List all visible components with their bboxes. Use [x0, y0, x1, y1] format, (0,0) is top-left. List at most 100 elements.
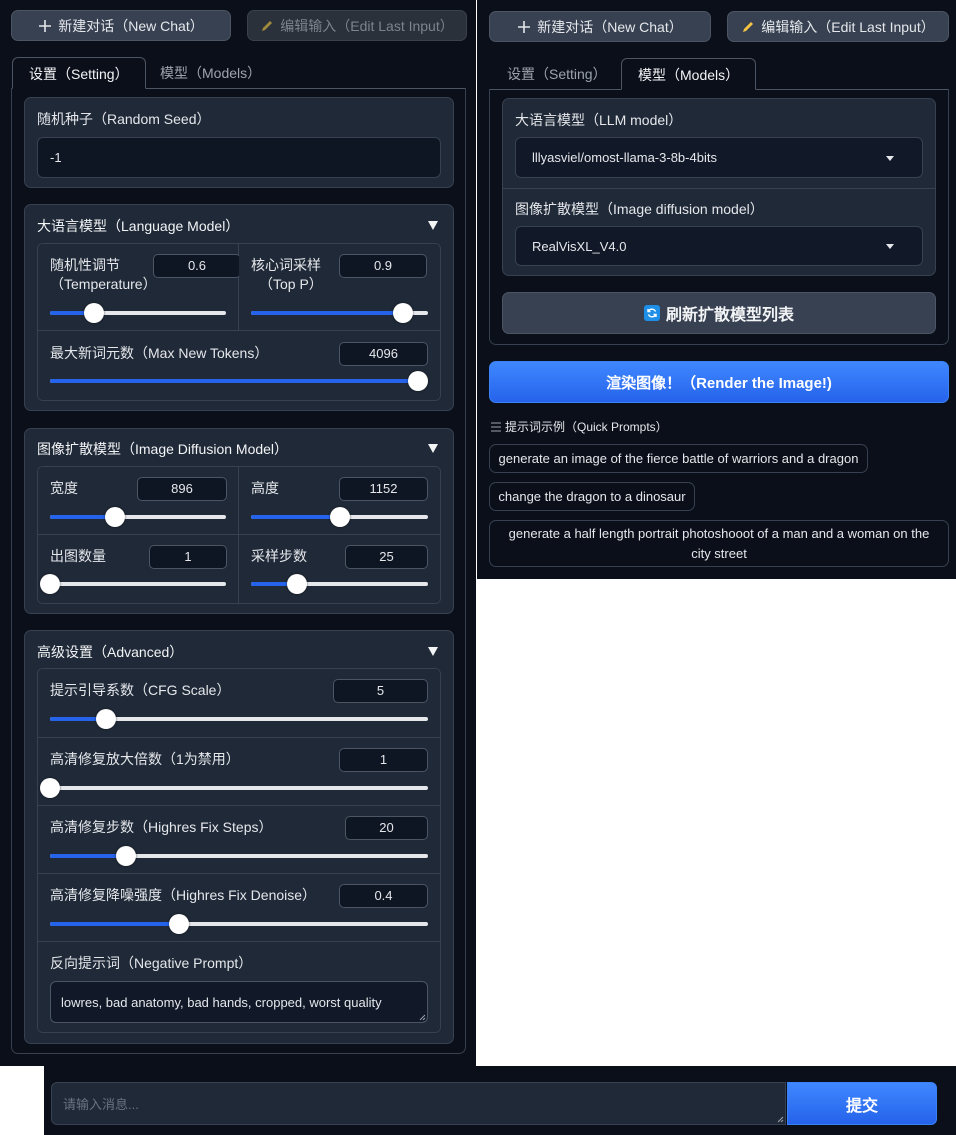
diffusion-settings-grid: 宽度 896 高度 1152 出图数量 1 采样步数 25: [37, 466, 441, 604]
highres-steps-cell: 高清修复步数（Highres Fix Steps） 20: [38, 806, 440, 874]
cfg-scale-input[interactable]: 5: [333, 679, 428, 703]
temperature-input[interactable]: 0.6: [153, 254, 241, 278]
quick-prompt-3[interactable]: generate a half length portrait photosho…: [489, 520, 949, 567]
sampling-steps-cell: 采样步数 25: [239, 535, 440, 603]
top-p-cell: 核心词采样 （Top P） 0.9: [239, 244, 440, 331]
max-tokens-slider-thumb[interactable]: [408, 371, 428, 391]
message-input[interactable]: 请输入消息...: [51, 1082, 786, 1125]
resize-handle-icon[interactable]: [419, 1014, 426, 1021]
height-slider-thumb[interactable]: [329, 507, 350, 527]
highres-scale-slider-thumb[interactable]: [40, 778, 60, 798]
highres-scale-slider[interactable]: [40, 778, 428, 798]
chevron-down-icon: [886, 155, 894, 161]
diffusion-model-label: 图像扩散模型（Image diffusion model）: [515, 201, 764, 217]
render-image-label: 渲染图像！（Render the Image!): [606, 374, 832, 392]
width-slider-thumb[interactable]: [105, 507, 126, 527]
tab-setting[interactable]: 设置（Setting）: [12, 57, 146, 89]
max-tokens-label: 最大新词元数（Max New Tokens）: [50, 345, 269, 361]
llm-model-value: lllyasviel/omost-llama-3-8b-4bits: [532, 150, 717, 165]
tab-models[interactable]: 模型（Models）: [144, 57, 277, 89]
width-label: 宽度: [50, 480, 78, 496]
llm-model-dropdown[interactable]: lllyasviel/omost-llama-3-8b-4bits: [515, 137, 923, 178]
highres-denoise-input[interactable]: 0.4: [339, 884, 428, 908]
refresh-icon: [643, 305, 660, 321]
top-p-slider-thumb[interactable]: [393, 303, 414, 323]
message-input-placeholder: 请输入消息...: [63, 1097, 139, 1112]
seed-label: 随机种子（Random Seed）: [37, 111, 211, 127]
height-cell: 高度 1152: [239, 467, 440, 535]
advanced-accordion-title[interactable]: 高级设置（Advanced）: [37, 642, 183, 662]
top-p-input[interactable]: 0.9: [339, 254, 427, 278]
height-label: 高度: [251, 480, 279, 496]
edit-last-input-button[interactable]: 编辑输入（Edit Last Input）: [727, 11, 949, 42]
negative-prompt-textarea[interactable]: lowres, bad anatomy, bad hands, cropped,…: [50, 981, 428, 1023]
settings-panel: 新建对话（New Chat） 编辑输入（Edit Last Input） 设置（…: [0, 0, 476, 1066]
quick-prompt-2[interactable]: change the dragon to a dinosaur: [489, 482, 695, 511]
render-image-button[interactable]: 渲染图像！（Render the Image!): [489, 361, 949, 403]
chevron-down-icon: [886, 244, 894, 249]
caret-down-icon[interactable]: [428, 647, 438, 656]
width-cell: 宽度 896: [38, 467, 239, 535]
max-tokens-slider-fill: [50, 379, 418, 383]
sampling-steps-slider-thumb[interactable]: [287, 574, 308, 594]
tab-models[interactable]: 模型（Models）: [621, 58, 757, 90]
caret-down-icon[interactable]: [428, 221, 438, 230]
diffusion-model-value: RealVisXL_V4.0: [532, 238, 627, 254]
height-slider[interactable]: [251, 507, 428, 527]
resize-handle-icon[interactable]: [777, 1116, 784, 1123]
list-icon: [491, 422, 501, 431]
quick-prompt-1[interactable]: generate an image of the fierce battle o…: [489, 444, 868, 473]
highres-scale-cell: 高清修复放大倍数（1为禁用） 1: [38, 738, 440, 806]
highres-denoise-cell: 高清修复降噪强度（Highres Fix Denoise） 0.4: [38, 874, 440, 942]
pencil-icon: [743, 21, 754, 32]
image-count-label: 出图数量: [50, 548, 106, 564]
temperature-slider[interactable]: [50, 303, 226, 323]
width-slider[interactable]: [50, 507, 226, 527]
edit-last-input-button[interactable]: 编辑输入（Edit Last Input）: [247, 10, 467, 41]
new-chat-button[interactable]: 新建对话（New Chat）: [489, 11, 711, 42]
sampling-steps-slider[interactable]: [251, 574, 428, 594]
image-count-input[interactable]: 1: [149, 545, 227, 569]
temperature-slider-thumb[interactable]: [84, 303, 104, 323]
top-p-slider[interactable]: [251, 303, 428, 323]
tab-setting[interactable]: 设置（Setting）: [491, 58, 623, 90]
temperature-label-line2: （Temperature）: [50, 276, 157, 292]
height-input[interactable]: 1152: [339, 477, 428, 501]
max-tokens-slider[interactable]: [50, 371, 428, 391]
highres-denoise-slider[interactable]: [50, 914, 428, 934]
image-count-slider-thumb[interactable]: [40, 574, 60, 594]
submit-button[interactable]: 提交: [787, 1082, 937, 1125]
highres-steps-input[interactable]: 20: [345, 816, 428, 840]
new-chat-button[interactable]: 新建对话（New Chat）: [11, 10, 231, 41]
highres-denoise-slider-thumb[interactable]: [168, 914, 189, 934]
seed-input[interactable]: -1: [37, 137, 441, 178]
edit-last-input-label: 编辑输入（Edit Last Input）: [761, 18, 935, 35]
diffusion-model-dropdown[interactable]: RealVisXL_V4.0: [515, 226, 923, 266]
llm-accordion-title[interactable]: 大语言模型（Language Model）: [37, 216, 239, 236]
max-tokens-input[interactable]: 4096: [339, 342, 428, 366]
llm-accordion: 大语言模型（Language Model） 随机性调节 （Temperature…: [24, 204, 454, 411]
top-p-slider-fill: [251, 311, 404, 315]
llm-model-label: 大语言模型（LLM model）: [515, 112, 683, 128]
cfg-scale-slider-thumb[interactable]: [95, 709, 116, 729]
llm-settings-grid: 随机性调节 （Temperature） 0.6 核心词采样 （Top P） 0.…: [37, 243, 441, 401]
highres-steps-slider-thumb[interactable]: [115, 846, 136, 866]
diffusion-accordion-title[interactable]: 图像扩散模型（Image Diffusion Model）: [37, 439, 288, 459]
caret-down-icon[interactable]: [428, 444, 438, 453]
sampling-steps-label: 采样步数: [251, 548, 307, 564]
width-input[interactable]: 896: [137, 477, 227, 501]
quick-prompts-header: 提示词示例（Quick Prompts）: [491, 418, 668, 435]
refresh-models-button[interactable]: 刷新扩散模型列表: [502, 292, 936, 334]
advanced-settings-list: 提示引导系数（CFG Scale） 5 高清修复放大倍数（1为禁用） 1 高清修…: [37, 668, 441, 1033]
sampling-steps-input[interactable]: 25: [345, 545, 428, 569]
image-count-cell: 出图数量 1: [38, 535, 239, 603]
highres-scale-input[interactable]: 1: [339, 748, 428, 772]
plus-icon: [39, 19, 52, 32]
new-chat-label: 新建对话（New Chat）: [58, 17, 204, 34]
cfg-scale-slider[interactable]: [50, 709, 428, 729]
image-count-slider[interactable]: [40, 574, 226, 594]
highres-steps-slider[interactable]: [50, 846, 428, 866]
submit-label: 提交: [845, 1097, 878, 1115]
plus-icon: [518, 20, 531, 33]
top-p-label-line2: （Top P）: [259, 276, 323, 292]
